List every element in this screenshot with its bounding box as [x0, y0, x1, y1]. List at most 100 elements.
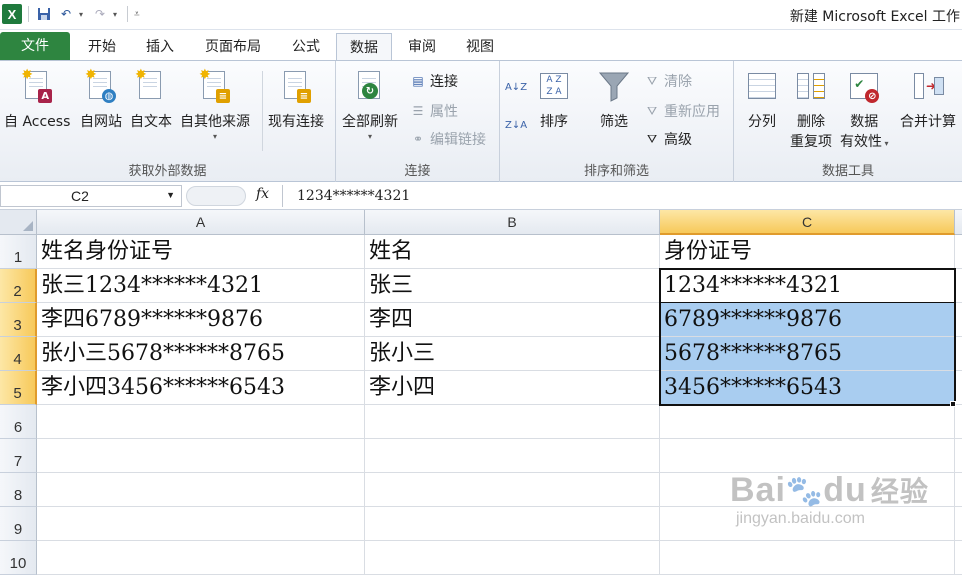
chevron-down-icon[interactable]: ▼ — [166, 190, 175, 200]
cell-a5[interactable]: 李小四3456******6543 — [37, 371, 365, 405]
tab-file[interactable]: 文件 — [0, 32, 70, 61]
insert-function-icon[interactable]: fx — [256, 186, 269, 202]
cell-a3[interactable]: 李四6789******9876 — [37, 303, 365, 337]
watermark-du: du — [823, 471, 867, 509]
cell-a4[interactable]: 张小三5678******8765 — [37, 337, 365, 371]
properties-button[interactable]: ☰ 属性 — [410, 101, 458, 121]
row-header-2[interactable]: 2 — [0, 269, 37, 303]
text-to-columns-button[interactable]: 分列 — [746, 69, 778, 131]
data-validation-button[interactable]: ✔ ⊘ 数据 有效性 ▾ — [840, 69, 889, 151]
from-access-button[interactable]: ✸ A 自 Access — [4, 67, 70, 131]
cell-d2[interactable] — [955, 269, 962, 303]
tab-home[interactable]: 开始 — [76, 33, 128, 61]
column-header-a[interactable]: A — [37, 210, 365, 235]
cell-b9[interactable] — [365, 507, 660, 541]
undo-dropdown-icon[interactable]: ▾ — [79, 10, 87, 19]
cell-d6[interactable] — [955, 405, 962, 439]
consolidate-button[interactable]: ➜ 合并计算 — [900, 69, 956, 131]
sort-button[interactable]: A ZZ A 排序 — [538, 69, 570, 131]
column-header-d[interactable] — [955, 210, 962, 235]
excel-logo-icon[interactable]: X — [2, 4, 22, 24]
cell-a8[interactable] — [37, 473, 365, 507]
cell-c7[interactable] — [660, 439, 955, 473]
cell-b10[interactable] — [365, 541, 660, 575]
text-to-columns-label: 分列 — [748, 114, 776, 130]
cell-a9[interactable] — [37, 507, 365, 541]
cell-d8[interactable] — [955, 473, 962, 507]
row-header-10[interactable]: 10 — [0, 541, 37, 575]
cell-b3[interactable]: 李四 — [365, 303, 660, 337]
formula-input[interactable]: 1234******4321 — [282, 185, 962, 207]
row-header-8[interactable]: 8 — [0, 473, 37, 507]
formula-controls[interactable] — [186, 186, 246, 206]
cell-b6[interactable] — [365, 405, 660, 439]
reapply-button[interactable]: ⛛ 重新应用 — [644, 101, 720, 121]
cell-b4[interactable]: 张小三 — [365, 337, 660, 371]
customize-qat-icon[interactable]: ⩡ — [134, 9, 142, 20]
name-box-value: C2 — [71, 188, 89, 204]
cell-a1[interactable]: 姓名身份证号 — [37, 235, 365, 269]
separator — [262, 71, 263, 151]
cell-b7[interactable] — [365, 439, 660, 473]
cell-c2[interactable]: 1234******4321 — [660, 269, 955, 303]
row-header-1[interactable]: 1 — [0, 235, 37, 269]
column-header-b[interactable]: B — [365, 210, 660, 235]
row-header-5[interactable]: 5 — [0, 371, 37, 405]
row-header-9[interactable]: 9 — [0, 507, 37, 541]
fill-handle[interactable] — [950, 401, 956, 407]
cell-a7[interactable] — [37, 439, 365, 473]
cell-a10[interactable] — [37, 541, 365, 575]
tab-review[interactable]: 审阅 — [396, 33, 448, 61]
clear-button[interactable]: ⛛ 清除 — [644, 71, 692, 91]
edit-links-button[interactable]: ⚭ 编辑链接 — [410, 129, 486, 149]
cell-a2[interactable]: 张三1234******4321 — [37, 269, 365, 303]
cell-d3[interactable] — [955, 303, 962, 337]
sort-ascending-button[interactable]: A↓Z — [505, 79, 527, 95]
undo-icon[interactable]: ↶ — [57, 5, 75, 23]
cell-d7[interactable] — [955, 439, 962, 473]
filter-button[interactable]: 筛选 — [598, 69, 630, 131]
redo-icon[interactable]: ↷ — [91, 5, 109, 23]
advanced-button[interactable]: ⛛ 高级 — [644, 129, 692, 149]
cell-d9[interactable] — [955, 507, 962, 541]
cell-b1[interactable]: 姓名 — [365, 235, 660, 269]
cell-c3[interactable]: 6789******9876 — [660, 303, 955, 337]
row-header-4[interactable]: 4 — [0, 337, 37, 371]
tab-formulas[interactable]: 公式 — [280, 33, 332, 61]
cell-b2[interactable]: 张三 — [365, 269, 660, 303]
cell-d10[interactable] — [955, 541, 962, 575]
cell-c5[interactable]: 3456******6543 — [660, 371, 955, 405]
data-validation-icon: ✔ ⊘ — [848, 69, 880, 105]
cell-a6[interactable] — [37, 405, 365, 439]
cell-c6[interactable] — [660, 405, 955, 439]
tab-insert[interactable]: 插入 — [134, 33, 186, 61]
cell-c10[interactable] — [660, 541, 955, 575]
cell-d5[interactable] — [955, 371, 962, 405]
row-header-3[interactable]: 3 — [0, 303, 37, 337]
refresh-all-button[interactable]: ↻ 全部刷新 ▾ — [342, 69, 398, 141]
cell-b5[interactable]: 李小四 — [365, 371, 660, 405]
row-header-6[interactable]: 6 — [0, 405, 37, 439]
cell-d4[interactable] — [955, 337, 962, 371]
cell-b8[interactable] — [365, 473, 660, 507]
save-icon[interactable] — [35, 5, 53, 23]
cell-c1[interactable]: 身份证号 — [660, 235, 955, 269]
connections-button[interactable]: ▤ 连接 — [410, 71, 458, 91]
from-other-sources-button[interactable]: ✸ ≡ 自其他来源 ▾ — [180, 67, 250, 141]
cell-c4[interactable]: 5678******8765 — [660, 337, 955, 371]
from-web-button[interactable]: ✸ ◍ 自网站 — [80, 67, 122, 131]
existing-connections-button[interactable]: ≡ 现有连接 — [268, 69, 324, 131]
column-header-c[interactable]: C — [660, 210, 955, 235]
sort-descending-button[interactable]: Z↓A — [505, 117, 527, 133]
name-box[interactable]: C2 ▼ — [0, 185, 182, 207]
select-all-button[interactable] — [0, 210, 37, 235]
remove-duplicates-button[interactable]: 删除 重复项 — [790, 69, 832, 151]
row-header-7[interactable]: 7 — [0, 439, 37, 473]
from-text-button[interactable]: ✸ 自文本 — [130, 67, 172, 131]
cell-d1[interactable] — [955, 235, 962, 269]
redo-dropdown-icon[interactable]: ▾ — [113, 10, 121, 19]
tab-page-layout[interactable]: 页面布局 — [196, 33, 270, 61]
tab-view[interactable]: 视图 — [454, 33, 506, 61]
filter-icon — [598, 69, 630, 105]
tab-data[interactable]: 数据 — [336, 33, 392, 62]
